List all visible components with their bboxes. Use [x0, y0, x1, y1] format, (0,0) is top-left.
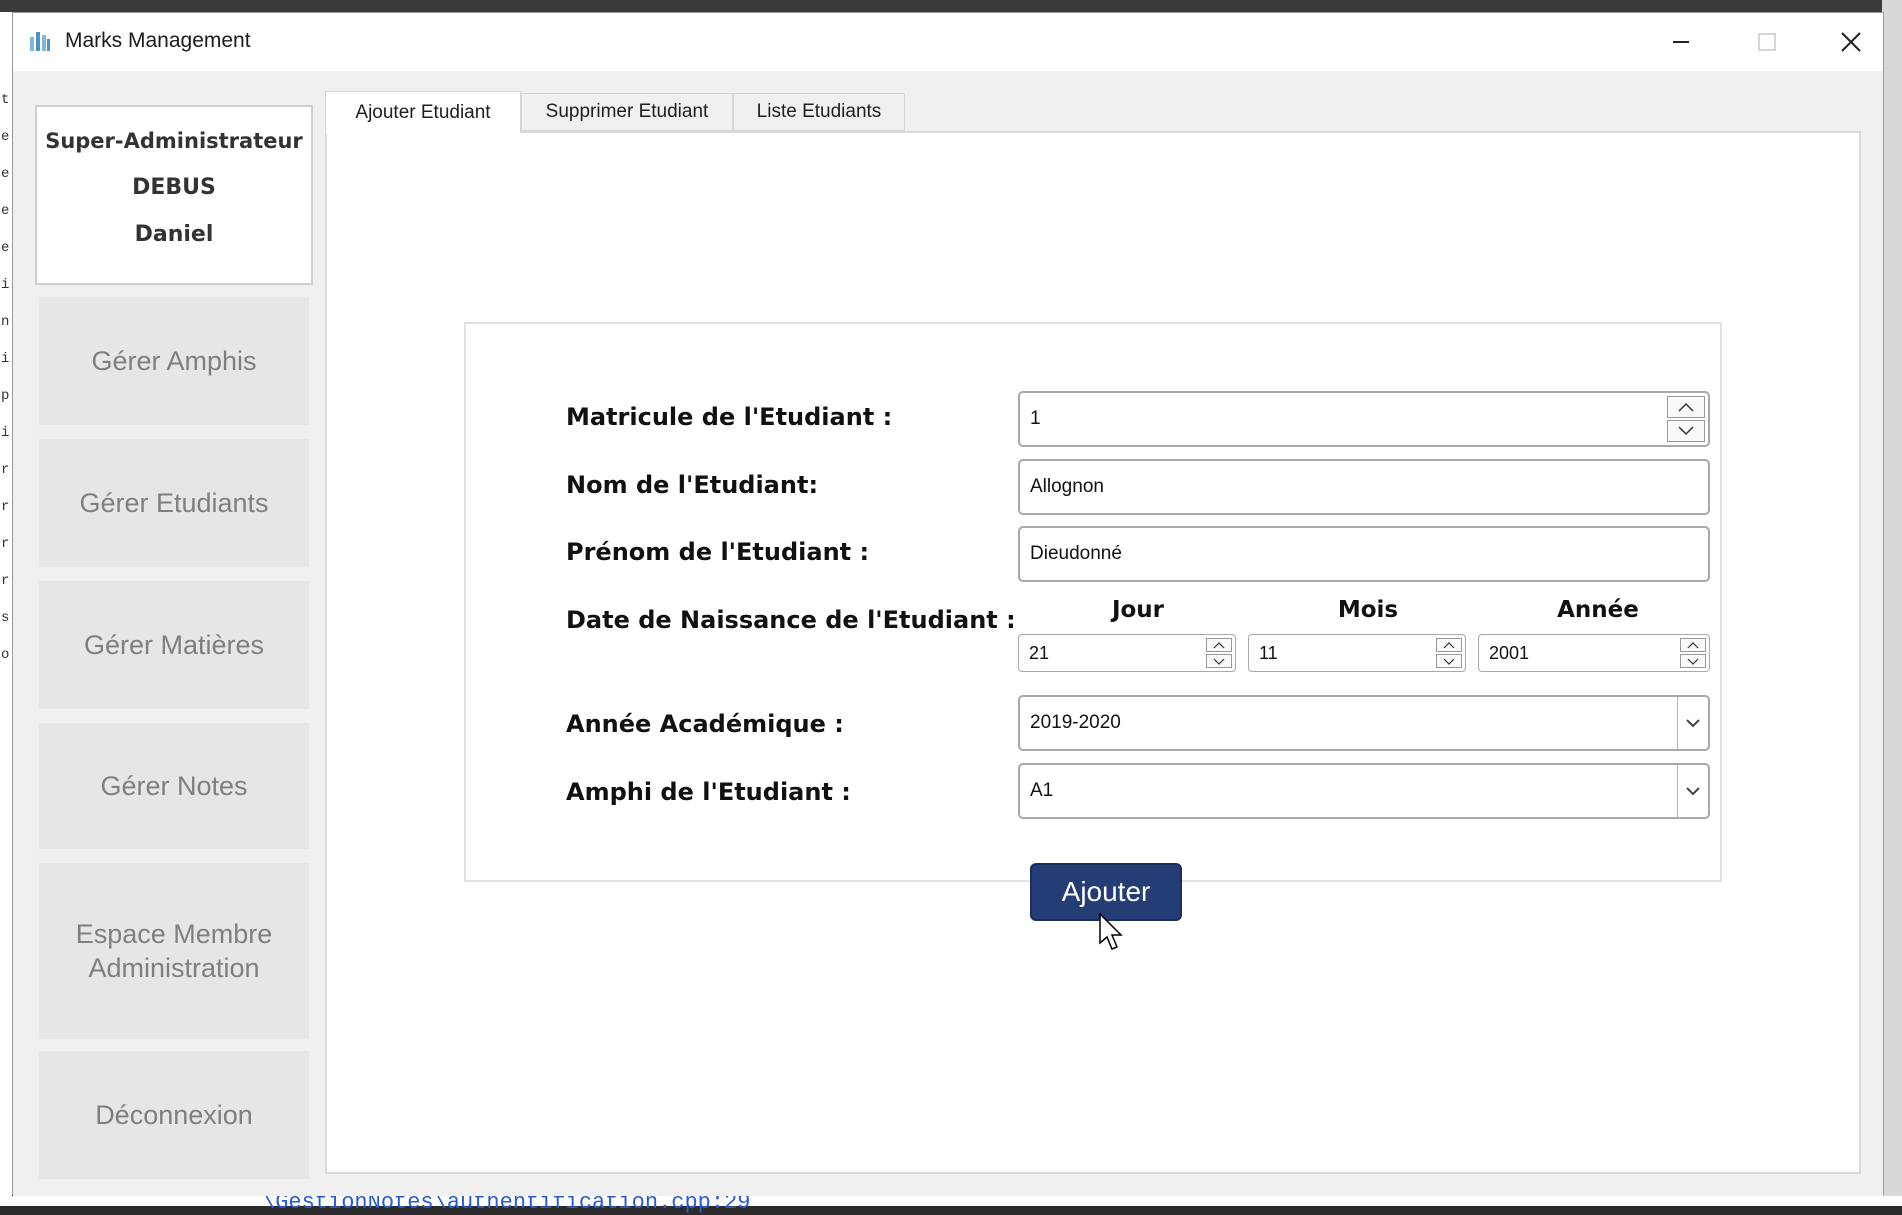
background-right-edge: [1882, 0, 1902, 1206]
chevron-down-icon[interactable]: [1677, 697, 1708, 749]
background-code-char: n: [1, 314, 10, 330]
tab-label: Ajouter Etudiant: [355, 101, 491, 123]
mois-value: 11: [1259, 642, 1278, 663]
amphi-select[interactable]: A1: [1018, 763, 1710, 819]
annee-academique-select[interactable]: 2019-2020: [1018, 695, 1710, 751]
sidebar-item-label: Gérer Amphis: [91, 346, 257, 376]
nom-label: Nom de l'Etudiant:: [566, 471, 819, 499]
background-code-char: i: [1, 277, 10, 293]
ajouter-button-label: Ajouter: [1061, 876, 1151, 907]
background-code-char: e: [1, 240, 10, 256]
annee-academique-label: Année Académique :: [566, 710, 844, 738]
nom-value: Allognon: [1030, 476, 1104, 497]
sidebar-item-espace-membre[interactable]: Espace Membre Administration: [39, 863, 309, 1039]
chevron-down-icon[interactable]: [1680, 654, 1706, 668]
annee-academique-value: 2019-2020: [1030, 712, 1121, 733]
mois-spin-buttons[interactable]: [1435, 637, 1463, 669]
amphi-value: A1: [1030, 780, 1054, 801]
background-code-char: e: [1, 129, 10, 145]
prenom-value: Dieudonné: [1030, 543, 1122, 564]
tab-liste-etudiants[interactable]: Liste Etudiants: [733, 93, 905, 131]
tab-label: Supprimer Etudiant: [545, 101, 709, 122]
tab-ajouter-etudiant[interactable]: Ajouter Etudiant: [325, 91, 521, 133]
minimize-icon: [1673, 41, 1689, 43]
background-code-char: e: [1, 203, 10, 219]
annee-label: Année: [1557, 597, 1639, 623]
annee-spin-buttons[interactable]: [1679, 637, 1707, 669]
tab-supprimer-etudiant[interactable]: Supprimer Etudiant: [521, 93, 733, 131]
chevron-down-icon[interactable]: [1436, 654, 1462, 668]
chevron-down-icon[interactable]: [1667, 420, 1705, 442]
matricule-value: 1: [1030, 408, 1041, 429]
background-code-char: i: [1, 425, 10, 441]
background-code-char: r: [1, 462, 10, 478]
background-editor-strip: t e e e e i n i p i r r r r s o: [0, 12, 12, 1206]
date-naissance-label: Date de Naissance de l'Etudiant :: [566, 606, 1016, 634]
window-title: Marks Management: [65, 29, 251, 52]
chevron-up-icon[interactable]: [1206, 638, 1232, 652]
chevron-up-icon[interactable]: [1680, 638, 1706, 652]
sidebar-item-label: Gérer Etudiants: [79, 488, 269, 518]
mois-spinbox[interactable]: 11: [1248, 634, 1466, 672]
maximize-icon: [1758, 33, 1776, 51]
nom-input[interactable]: Allognon: [1018, 459, 1710, 515]
jour-label: Jour: [1111, 597, 1165, 623]
tab-label: Liste Etudiants: [756, 101, 882, 122]
jour-spinbox[interactable]: 21: [1018, 634, 1236, 672]
user-first-name: Daniel: [134, 222, 214, 247]
mois-label: Mois: [1337, 597, 1399, 623]
ajouter-button[interactable]: Ajouter: [1032, 865, 1180, 919]
background-code-char: r: [1, 499, 10, 515]
chevron-down-icon[interactable]: [1677, 765, 1708, 817]
sidebar-item-gerer-etudiants[interactable]: Gérer Etudiants: [39, 439, 309, 567]
background-code-char: o: [1, 647, 10, 663]
background-code-char: r: [1, 573, 10, 589]
chevron-up-icon[interactable]: [1667, 396, 1705, 418]
chevron-down-icon[interactable]: [1206, 654, 1232, 668]
background-code-char: r: [1, 536, 10, 552]
sidebar-item-deconnexion[interactable]: Déconnexion: [39, 1051, 309, 1179]
sidebar-item-label: Gérer Notes: [100, 771, 248, 801]
amphi-label: Amphi de l'Etudiant :: [566, 778, 851, 806]
user-info-panel: Super-Administrateur DEBUS Daniel: [35, 105, 313, 285]
annee-spinbox[interactable]: 2001: [1478, 634, 1710, 672]
sidebar-item-label-line2: Administration: [88, 953, 260, 983]
minimize-button[interactable]: [1639, 13, 1723, 71]
background-code-char: p: [1, 388, 10, 404]
background-code-char: s: [1, 610, 10, 626]
maximize-button[interactable]: [1725, 13, 1809, 71]
jour-value: 21: [1029, 642, 1050, 663]
background-code-char: t: [1, 92, 10, 108]
app-icon: [30, 32, 50, 51]
sidebar-item-gerer-matieres[interactable]: Gérer Matières: [39, 581, 309, 709]
app-window: Marks Management Super-Administrateur DE…: [12, 12, 1884, 1196]
user-last-name: DEBUS: [132, 175, 216, 200]
close-button[interactable]: [1809, 13, 1893, 71]
user-role: Super-Administrateur: [45, 129, 303, 153]
sidebar-item-label-line1: Espace Membre: [75, 919, 273, 949]
title-bar[interactable]: Marks Management: [13, 13, 1883, 71]
background-code-char: e: [1, 166, 10, 182]
prenom-label: Prénom de l'Etudiant :: [566, 538, 870, 566]
sidebar-item-label: Déconnexion: [95, 1100, 253, 1130]
sidebar-item-label: Gérer Matières: [83, 630, 265, 660]
mouse-cursor-icon: [1099, 913, 1123, 950]
matricule-spin-buttons[interactable]: [1666, 395, 1706, 443]
annee-value: 2001: [1489, 642, 1530, 663]
background-bottom-edge: \GestionNotes\authentification.cpp:29: [0, 1190, 1902, 1215]
sidebar-item-gerer-notes[interactable]: Gérer Notes: [39, 723, 309, 849]
close-icon: [1841, 32, 1861, 52]
matricule-label: Matricule de l'Etudiant :: [566, 403, 893, 431]
sidebar-item-gerer-amphis[interactable]: Gérer Amphis: [39, 297, 309, 425]
jour-spin-buttons[interactable]: [1205, 637, 1233, 669]
background-code-char: i: [1, 351, 10, 367]
background-taskbar: [0, 0, 1902, 12]
matricule-spinbox[interactable]: 1: [1018, 391, 1710, 447]
chevron-up-icon[interactable]: [1436, 638, 1462, 652]
prenom-input[interactable]: Dieudonné: [1018, 526, 1710, 582]
